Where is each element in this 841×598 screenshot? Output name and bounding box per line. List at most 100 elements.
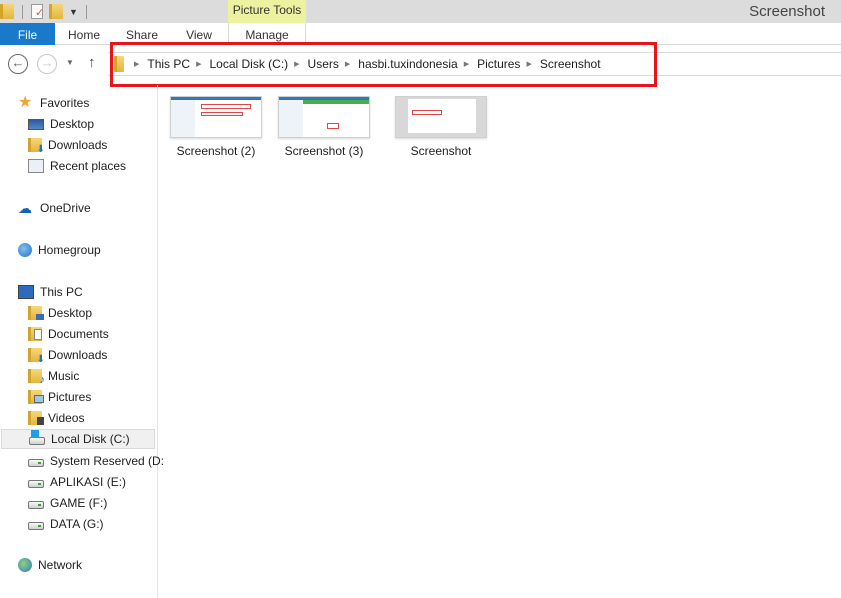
desktop-folder-icon	[28, 306, 44, 320]
breadcrumb-separator-icon[interactable]: ▶	[345, 60, 350, 68]
sidebar-item-label: GAME (F:)	[50, 496, 108, 510]
network-icon	[18, 558, 32, 572]
sidebar-item-system-reserved-d[interactable]: System Reserved (D:	[28, 451, 164, 471]
tab-view[interactable]: View	[171, 23, 227, 45]
breadcrumb-pictures[interactable]: Pictures	[477, 57, 520, 71]
picture-tools-label: Picture Tools	[228, 0, 306, 23]
onedrive-cloud-icon: ☁	[18, 200, 32, 216]
sidebar-item-pictures[interactable]: Pictures	[28, 387, 91, 407]
file-item-screenshot-2[interactable]: Screenshot (2)	[163, 96, 269, 158]
image-thumbnail	[278, 96, 370, 138]
breadcrumb-local-disk[interactable]: Local Disk (C:)	[209, 57, 288, 71]
forward-button[interactable]: →	[37, 54, 57, 74]
customize-dropdown-icon[interactable]: ▼	[69, 7, 78, 17]
sidebar-item-label: Music	[48, 369, 80, 383]
breadcrumb-separator-icon[interactable]: ▶	[134, 60, 139, 68]
tab-share[interactable]: Share	[113, 23, 171, 45]
tab-manage[interactable]: Manage	[228, 23, 306, 45]
sidebar-item-label: Desktop	[50, 117, 95, 131]
drive-icon	[28, 480, 44, 488]
sidebar-item-documents[interactable]: Documents	[28, 324, 109, 344]
up-arrow-icon: ↑	[88, 54, 96, 71]
drive-icon	[28, 522, 44, 530]
tab-file[interactable]: File	[0, 23, 55, 45]
breadcrumb-separator-icon[interactable]: ▶	[294, 60, 299, 68]
sidebar-item-label: Homegroup	[38, 243, 101, 257]
sidebar-item-label: Network	[38, 558, 83, 572]
downloads-folder-icon	[28, 348, 45, 365]
sidebar-item-music[interactable]: Music	[28, 366, 79, 386]
sidebar-item-game-f[interactable]: GAME (F:)	[28, 493, 107, 513]
ribbon-tabs: File Home Share View Manage	[0, 23, 841, 45]
folder-icon[interactable]	[0, 4, 14, 19]
tab-home[interactable]: Home	[55, 23, 113, 45]
toolbar-separator	[22, 4, 23, 19]
sidebar-item-label: Pictures	[48, 390, 92, 404]
breadcrumb-this-pc[interactable]: This PC	[147, 57, 190, 71]
back-arrow-icon: ←	[11, 55, 25, 70]
file-item-screenshot[interactable]: Screenshot	[388, 96, 494, 158]
breadcrumb-user[interactable]: hasbi.tuxindonesia	[358, 57, 457, 71]
recent-places-icon	[28, 159, 44, 173]
properties-icon[interactable]	[31, 4, 44, 19]
sidebar-item-label: Downloads	[48, 348, 108, 362]
sidebar-item-favorites-downloads[interactable]: Downloads	[28, 135, 107, 155]
sidebar-item-label: Downloads	[48, 138, 108, 152]
breadcrumb-users[interactable]: Users	[308, 57, 339, 71]
file-name: Screenshot (3)	[284, 144, 364, 158]
breadcrumb-screenshot[interactable]: Screenshot	[540, 57, 601, 71]
sidebar-item-downloads[interactable]: Downloads	[28, 345, 107, 365]
image-thumbnail	[170, 96, 262, 138]
sidebar-item-this-pc[interactable]: This PC	[18, 282, 83, 302]
back-button[interactable]: ←	[8, 54, 28, 74]
address-bar[interactable]: ▶ This PC ▶ Local Disk (C:) ▶ Users ▶ ha…	[108, 52, 841, 76]
file-name: Screenshot (2)	[176, 144, 256, 158]
chevron-down-icon: ▼	[66, 58, 74, 67]
drive-icon	[28, 501, 44, 509]
new-folder-icon[interactable]	[49, 4, 63, 19]
quick-access-toolbar: ▼	[0, 0, 95, 23]
sidebar-item-data-g[interactable]: DATA (G:)	[28, 514, 104, 534]
breadcrumb-separator-icon[interactable]: ▶	[196, 60, 201, 68]
sidebar-item-local-disk-c[interactable]: Local Disk (C:)	[1, 429, 155, 449]
sidebar-item-network[interactable]: Network	[18, 555, 82, 575]
title-bar: ▼ Picture Tools Screenshot	[0, 0, 841, 23]
file-item-screenshot-3[interactable]: Screenshot (3)	[271, 96, 377, 158]
sidebar-item-label: OneDrive	[40, 201, 91, 215]
sidebar-item-label: APLIKASI (E:)	[50, 475, 127, 489]
videos-folder-icon	[28, 411, 44, 425]
recent-locations-button[interactable]: ▼	[66, 58, 74, 67]
sidebar-item-label: This PC	[40, 285, 83, 299]
sidebar-item-aplikasi-e[interactable]: APLIKASI (E:)	[28, 472, 126, 492]
sidebar-item-favorites[interactable]: ★ Favorites	[18, 93, 89, 113]
breadcrumb-separator-icon[interactable]: ▶	[526, 60, 531, 68]
homegroup-icon	[18, 243, 32, 257]
computer-icon	[18, 285, 34, 299]
file-list: Screenshot (2) Screenshot (3) Screenshot	[159, 85, 841, 598]
sidebar-item-label: Videos	[48, 411, 85, 425]
documents-folder-icon	[28, 327, 42, 341]
sidebar-item-recent-places[interactable]: Recent places	[28, 156, 126, 176]
sidebar-item-videos[interactable]: Videos	[28, 408, 84, 428]
downloads-folder-icon	[28, 138, 45, 155]
folder-icon	[114, 56, 124, 72]
breadcrumb-separator-icon[interactable]: ▶	[464, 60, 469, 68]
sidebar-item-label: Local Disk (C:)	[51, 432, 130, 446]
sidebar-item-homegroup[interactable]: Homegroup	[18, 240, 101, 260]
file-name: Screenshot	[410, 144, 472, 158]
sidebar-item-label: Documents	[48, 327, 109, 341]
sidebar-item-favorites-desktop[interactable]: Desktop	[28, 114, 94, 134]
pictures-folder-icon	[28, 390, 44, 404]
toolbar-separator	[85, 4, 87, 19]
windows-drive-icon	[29, 430, 45, 445]
sidebar-item-onedrive[interactable]: ☁ OneDrive	[18, 198, 91, 218]
image-thumbnail	[395, 96, 487, 138]
window-title: Screenshot	[749, 3, 825, 20]
up-button[interactable]: ↑	[88, 54, 96, 71]
drive-icon	[28, 459, 44, 467]
sidebar-item-desktop[interactable]: Desktop	[28, 303, 92, 323]
star-icon: ★	[18, 94, 33, 111]
navigation-bar: ← → ▼ ↑ ▶ This PC ▶ Local Disk (C:) ▶ Us…	[0, 45, 841, 85]
sidebar-item-label: Favorites	[40, 96, 90, 110]
navigation-pane: ★ Favorites Desktop Downloads Recent pla…	[0, 85, 164, 598]
